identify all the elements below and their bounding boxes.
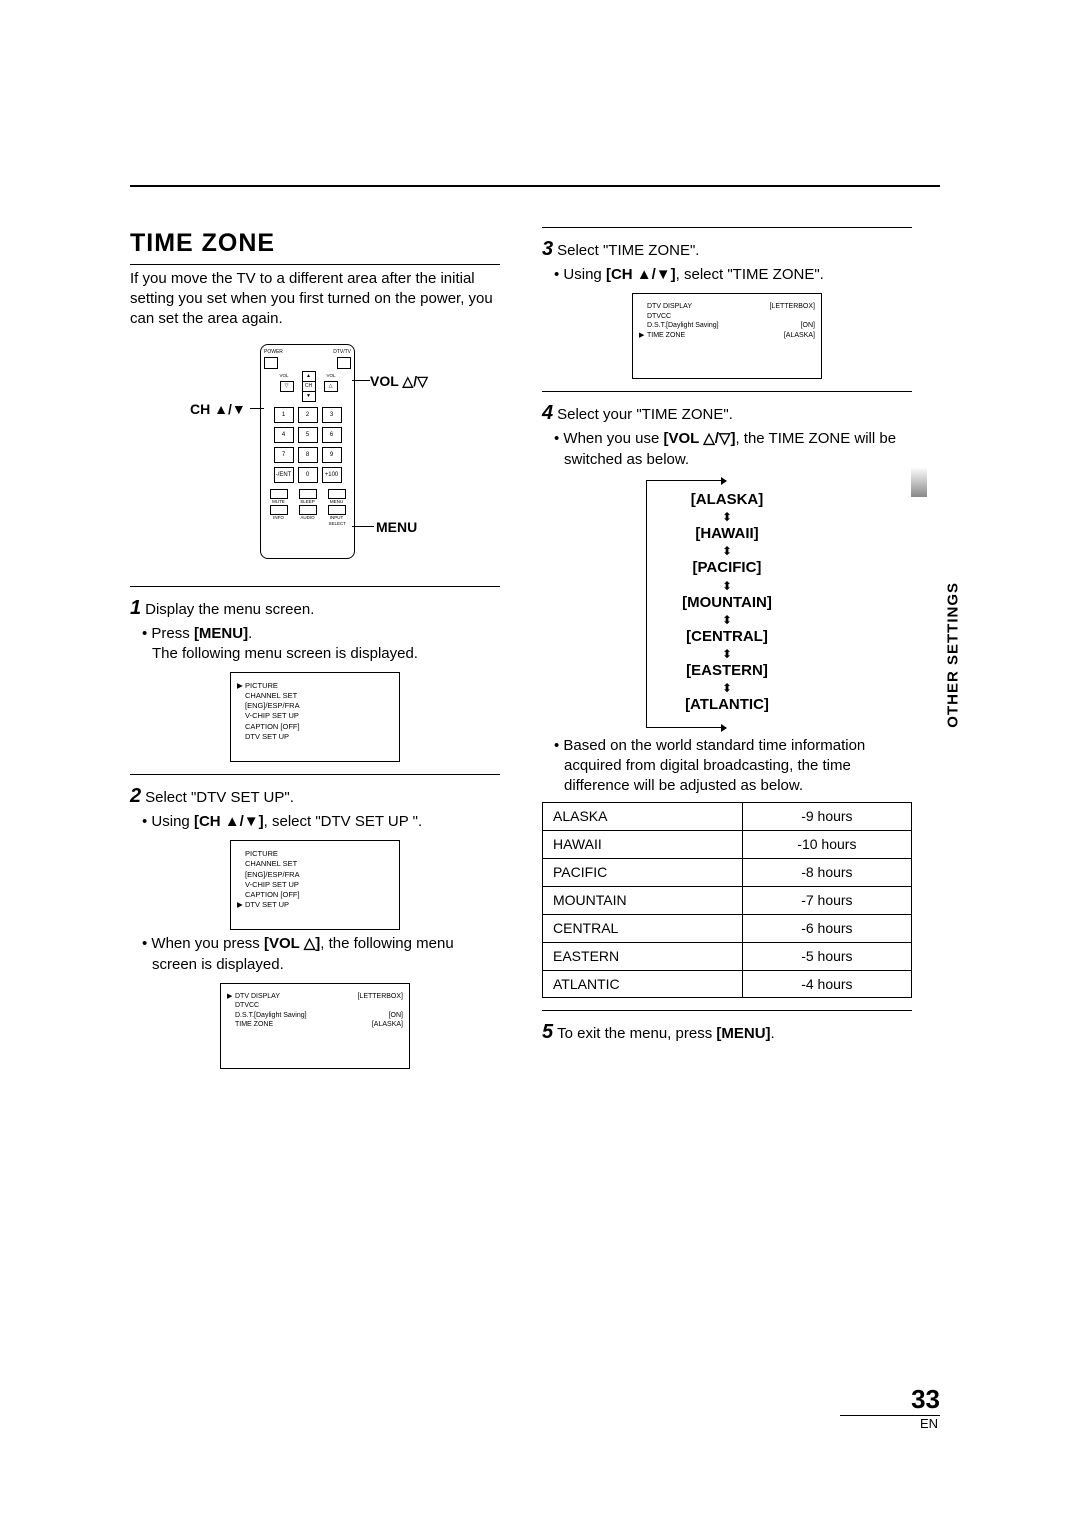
step-2: 2Select "DTV SET UP". Using [CH ▲/▼], se… [130, 783, 500, 1069]
section-intro: If you move the TV to a different area a… [130, 269, 500, 330]
menu-screen-4: DTV DISPLAY[LETTERBOX]DTVCCD.S.T.[Daylig… [632, 293, 822, 379]
timezone-offset-table: ALASKA-9 hoursHAWAII-10 hoursPACIFIC-8 h… [542, 802, 912, 998]
step-5: 5To exit the menu, press [MENU]. [542, 1019, 912, 1046]
step1-title: Display the menu screen. [145, 601, 314, 618]
step4-title: Select your "TIME ZONE". [557, 406, 733, 423]
label-vol: VOL / [370, 372, 428, 391]
menu-screen-3: ▶DTV DISPLAY[LETTERBOX]DTVCCD.S.T.[Dayli… [220, 983, 410, 1069]
step-3: 3Select "TIME ZONE". Using [CH ▲/▼], sel… [542, 236, 912, 379]
side-tab: OTHER SETTINGS [944, 582, 964, 728]
page-number: 33 EN [840, 1384, 940, 1433]
menu-screen-1: ▶PICTURECHANNEL SET[ENG]/ESP/FRAV-CHIP S… [230, 672, 400, 762]
step-4: 4Select your "TIME ZONE". When you use [… [542, 400, 912, 998]
remote-diagram: POWER DTV/TV ▲ ▽ CH △ ▼ VOL VOL 12345678… [130, 344, 500, 574]
step4-note: Based on the world standard time informa… [564, 736, 912, 797]
label-menu: MENU [376, 518, 417, 537]
timezone-cycle-diagram: [ALASKA]⬍[HAWAII]⬍[PACIFIC]⬍[MOUNTAIN]⬍[… [642, 480, 812, 728]
menu-screen-2: PICTURECHANNEL SET[ENG]/ESP/FRAV-CHIP SE… [230, 840, 400, 930]
step3-title: Select "TIME ZONE". [557, 242, 699, 259]
label-ch: CH / [190, 400, 246, 419]
step2-title: Select "DTV SET UP". [145, 789, 294, 806]
section-title: TIME ZONE [130, 227, 500, 265]
step-1: 1Display the menu screen. Press [MENU]. … [130, 595, 500, 763]
